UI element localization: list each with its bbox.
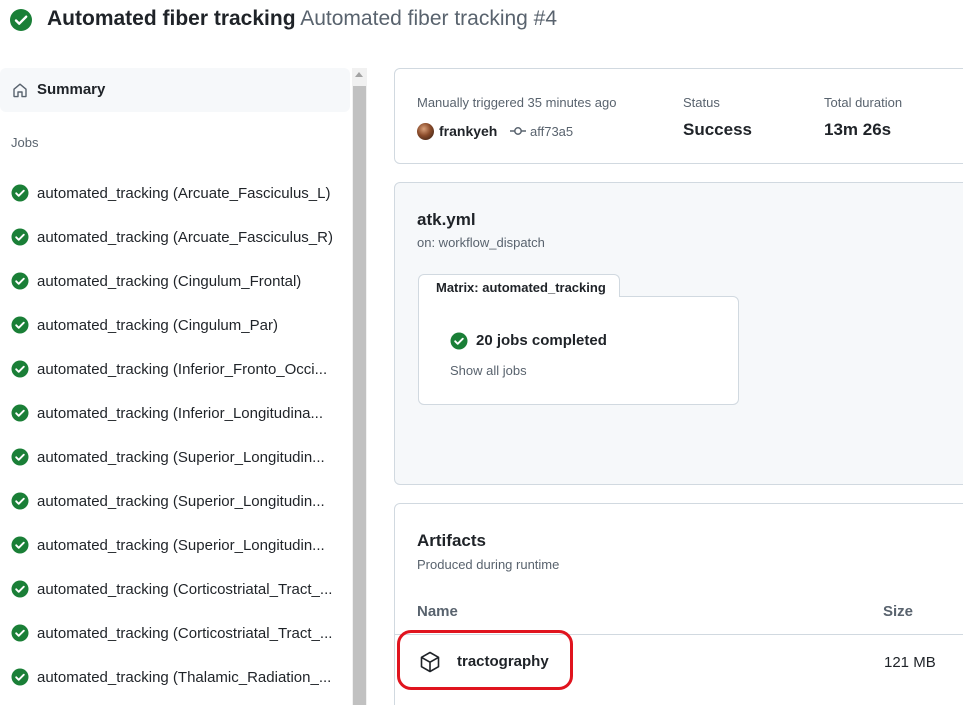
check-circle-fill-icon [11, 624, 29, 642]
check-circle-fill-icon [11, 492, 29, 510]
job-label: automated_tracking (Cingulum_Frontal) [37, 273, 302, 290]
check-circle-fill-icon [11, 580, 29, 598]
job-label: automated_tracking (Corticostriatal_Trac… [37, 581, 333, 598]
run-title: Automated fiber tracking #4 [300, 7, 558, 30]
artifacts-subtitle: Produced during runtime [417, 557, 560, 572]
job-label: automated_tracking (Superior_Longitudin.… [37, 493, 325, 510]
sidebar-item-job[interactable]: automated_tracking (Cingulum_Frontal) [0, 264, 350, 300]
sidebar-item-job[interactable]: automated_tracking (Cingulum_Par) [0, 308, 350, 344]
sidebar-item-job[interactable]: automated_tracking (Superior_Longitudin.… [0, 440, 350, 476]
job-label: automated_tracking (Thalamic_Radiation_.… [37, 669, 332, 686]
artifacts-title: Artifacts [417, 531, 486, 550]
sidebar-item-job[interactable]: automated_tracking (Arcuate_Fasciculus_L… [0, 176, 350, 212]
workflow-graph-card: atk.yml on: workflow_dispatch Matrix: au… [394, 182, 963, 485]
sidebar-item-job[interactable]: automated_tracking (Corticostriatal_Trac… [0, 572, 350, 608]
commit-link[interactable]: aff73a5 [530, 124, 573, 139]
sidebar-item-label: Summary [37, 81, 106, 98]
check-circle-fill-icon [11, 272, 29, 290]
scrollbar-thumb[interactable] [353, 86, 366, 705]
job-label: automated_tracking (Corticostriatal_Trac… [37, 625, 333, 642]
job-label: automated_tracking (Superior_Longitudin.… [37, 449, 325, 466]
status-value: Success [683, 120, 752, 139]
matrix-tab-label: Matrix: automated_tracking [436, 280, 606, 295]
job-label: automated_tracking (Inferior_Longitudina… [37, 405, 324, 422]
workflow-name: Automated fiber tracking [47, 7, 296, 30]
job-label: automated_tracking (Arcuate_Fasciculus_L… [37, 185, 331, 202]
tab-gap [419, 296, 619, 298]
sidebar-item-job[interactable]: automated_tracking (Corticostriatal_Trac… [0, 616, 350, 652]
sidebar-item-job[interactable]: automated_tracking (Arcuate_Fasciculus_R… [0, 220, 350, 256]
show-all-jobs-link[interactable]: Show all jobs [450, 363, 527, 378]
scroll-up-icon[interactable] [355, 72, 363, 77]
check-circle-fill-icon [11, 316, 29, 334]
column-header-size: Size [883, 603, 914, 620]
sidebar: Summary Jobs automated_tracking (Arcuate… [0, 68, 352, 705]
sidebar-item-job[interactable]: automated_tracking (Superior_Longitudin.… [0, 484, 350, 520]
check-circle-fill-icon [11, 360, 29, 378]
column-header-name: Name [417, 603, 458, 620]
git-commit-icon [510, 127, 526, 135]
check-circle-fill-icon [11, 668, 29, 686]
check-circle-fill-icon [11, 228, 29, 246]
duration-value: 13m 26s [824, 120, 892, 139]
run-summary-card: Manually triggered 35 minutes ago franky… [394, 68, 963, 164]
sidebar-item-job[interactable]: automated_tracking (Inferior_Longitudina… [0, 396, 350, 432]
sidebar-item-job[interactable]: automated_tracking (Inferior_Fronto_Occi… [0, 352, 350, 388]
run-header: Automated fiber tracking Automated fiber… [0, 0, 963, 44]
home-icon [13, 83, 27, 98]
job-label: automated_tracking (Cingulum_Par) [37, 317, 278, 334]
trigger-text: Manually triggered 35 minutes ago [417, 95, 617, 110]
check-circle-fill-icon [11, 404, 29, 422]
job-label: automated_tracking (Superior_Longitudin.… [37, 537, 325, 554]
check-circle-fill-icon [11, 536, 29, 554]
matrix-box[interactable]: 20 jobs completed Show all jobs [418, 296, 739, 405]
job-label: automated_tracking (Arcuate_Fasciculus_R… [37, 229, 333, 246]
artifact-size: 121 MB [884, 654, 936, 671]
check-circle-fill-icon [10, 9, 32, 31]
check-circle-fill-icon [450, 332, 468, 350]
workflow-file-title: atk.yml [417, 210, 476, 229]
check-circle-fill-icon [11, 184, 29, 202]
workflow-trigger: on: workflow_dispatch [417, 235, 545, 250]
check-circle-fill-icon [11, 448, 29, 466]
status-label: Status [683, 95, 720, 110]
sidebar-item-summary[interactable]: Summary [0, 68, 350, 112]
jobs-completed-text: 20 jobs completed [476, 332, 607, 349]
user-link[interactable]: frankyeh [439, 123, 497, 139]
avatar[interactable] [417, 123, 434, 140]
sidebar-scrollbar[interactable] [352, 68, 367, 705]
page-title: Automated fiber tracking Automated fiber… [47, 7, 557, 31]
job-label: automated_tracking (Inferior_Fronto_Occi… [37, 361, 328, 378]
annotation-highlight [397, 630, 573, 690]
duration-label: Total duration [824, 95, 903, 110]
sidebar-item-job[interactable]: automated_tracking (Superior_Longitudin.… [0, 528, 350, 564]
sidebar-item-job[interactable]: automated_tracking (Thalamic_Radiation_.… [0, 660, 350, 696]
jobs-heading: Jobs [11, 135, 39, 150]
matrix-tab: Matrix: automated_tracking [418, 274, 620, 298]
